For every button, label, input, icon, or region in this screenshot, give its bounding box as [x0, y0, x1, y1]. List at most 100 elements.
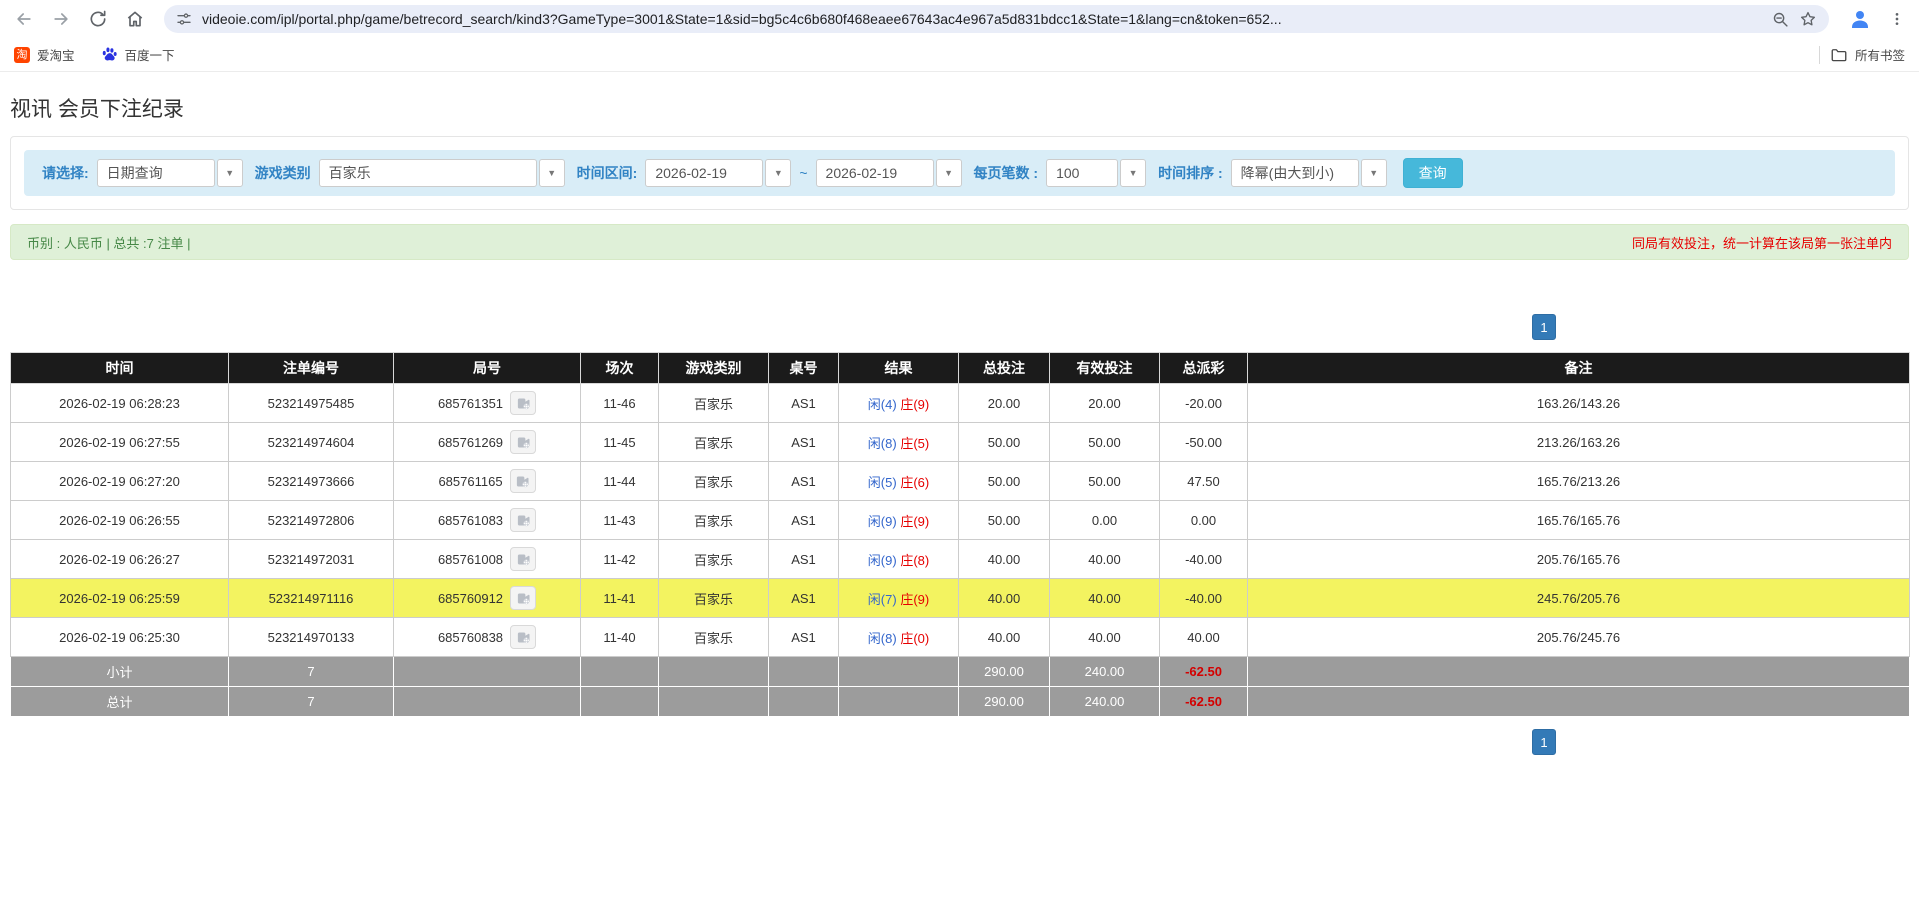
film-video-icon	[516, 630, 531, 645]
player-result: 闲(8)	[868, 631, 897, 646]
column-header: 注单编号	[229, 353, 394, 384]
session-cell: 11-43	[581, 501, 659, 540]
chevron-down-icon[interactable]: ▼	[1361, 159, 1387, 187]
bet-number-cell: 523214970133	[229, 618, 394, 657]
session-cell: 11-44	[581, 462, 659, 501]
page-size-combobox[interactable]: 100 ▼	[1046, 159, 1146, 187]
summary-bar: 币别 : 人民币 | 总共 :7 注单 | 同局有效投注，统一计算在该局第一张注…	[10, 224, 1909, 260]
reload-icon[interactable]	[88, 9, 108, 29]
video-replay-button[interactable]	[510, 547, 536, 571]
zoom-out-icon[interactable]	[1772, 11, 1789, 28]
menu-kebab-icon[interactable]	[1889, 11, 1905, 27]
banker-result: 庄(5)	[900, 436, 929, 451]
empty-cell	[839, 657, 959, 687]
query-type-value[interactable]: 日期查询	[97, 159, 215, 187]
video-replay-button[interactable]	[510, 625, 536, 649]
video-replay-button[interactable]	[510, 391, 536, 415]
round-number-cell: 685761351	[394, 384, 581, 423]
table-number-cell: AS1	[769, 579, 839, 618]
column-header: 结果	[839, 353, 959, 384]
time-cell: 2026-02-19 06:26:27	[11, 540, 229, 579]
page-size-value[interactable]: 100	[1046, 159, 1118, 187]
video-replay-button[interactable]	[510, 508, 536, 532]
result-cell: 闲(7) 庄(9)	[839, 579, 959, 618]
back-icon[interactable]	[14, 9, 34, 29]
result-cell: 闲(9) 庄(8)	[839, 540, 959, 579]
all-bookmarks-label: 所有书签	[1855, 45, 1905, 64]
total-row-count: 7	[229, 687, 394, 717]
bookmark-star-icon[interactable]	[1799, 10, 1817, 28]
chevron-down-icon[interactable]: ▼	[1120, 159, 1146, 187]
bet-number-cell: 523214973666	[229, 462, 394, 501]
subtotal-row-count: 7	[229, 657, 394, 687]
site-settings-tune-icon[interactable]	[176, 11, 192, 27]
film-video-icon	[516, 513, 531, 528]
total-bet-cell: 40.00	[959, 540, 1050, 579]
table-row: 2026-02-19 06:27:20523214973666685761165…	[11, 462, 1910, 501]
date-to-combobox[interactable]: 2026-02-19 ▼	[816, 159, 962, 187]
chevron-down-icon[interactable]: ▼	[217, 159, 243, 187]
bet-number-cell: 523214971116	[229, 579, 394, 618]
video-replay-button[interactable]	[510, 586, 536, 610]
game-type-cell: 百家乐	[659, 501, 769, 540]
video-replay-button[interactable]	[510, 469, 536, 493]
total-row-label: 总计	[11, 687, 229, 717]
session-cell: 11-42	[581, 540, 659, 579]
date-from-value[interactable]: 2026-02-19	[645, 159, 763, 187]
date-from-combobox[interactable]: 2026-02-19 ▼	[645, 159, 791, 187]
date-to-value[interactable]: 2026-02-19	[816, 159, 934, 187]
game-type-value[interactable]: 百家乐	[319, 159, 537, 187]
valid-bet-cell: 0.00	[1050, 501, 1160, 540]
time-sort-value[interactable]: 降幂(由大到小)	[1231, 159, 1359, 187]
video-replay-button[interactable]	[510, 430, 536, 454]
result-cell: 闲(8) 庄(5)	[839, 423, 959, 462]
page-size-label: 每页笔数 :	[974, 163, 1039, 183]
page-1-button[interactable]: 1	[1532, 729, 1556, 755]
time-cell: 2026-02-19 06:28:23	[11, 384, 229, 423]
valid-bet-cell: 50.00	[1050, 423, 1160, 462]
valid-bet-cell: 50.00	[1050, 462, 1160, 501]
all-bookmarks-button[interactable]: 所有书签	[1830, 45, 1905, 64]
page-title: 视讯 会员下注纪录	[10, 93, 1909, 123]
total-row-payout: -62.50	[1160, 687, 1248, 717]
remark-cell: 165.76/165.76	[1248, 501, 1910, 540]
game-type-cell: 百家乐	[659, 579, 769, 618]
table-number-cell: AS1	[769, 540, 839, 579]
film-video-icon	[516, 591, 531, 606]
game-type-cell: 百家乐	[659, 462, 769, 501]
payout-cell: 47.50	[1160, 462, 1248, 501]
select-type-label: 请选择:	[42, 163, 89, 183]
bookmark-aitaobao[interactable]: 淘 爱淘宝	[14, 45, 75, 64]
bookmarks-bar: 淘 爱淘宝 百度一下 所有书签	[0, 38, 1919, 72]
column-header: 有效投注	[1050, 353, 1160, 384]
chevron-down-icon[interactable]: ▼	[936, 159, 962, 187]
table-row: 2026-02-19 06:26:55523214972806685761083…	[11, 501, 1910, 540]
address-bar[interactable]: videoie.com/ipl/portal.php/game/betrecor…	[164, 5, 1829, 33]
chevron-down-icon[interactable]: ▼	[765, 159, 791, 187]
profile-avatar-icon[interactable]	[1848, 7, 1872, 31]
home-icon[interactable]	[125, 9, 145, 29]
empty-cell	[581, 687, 659, 717]
url-text[interactable]: videoie.com/ipl/portal.php/game/betrecor…	[202, 11, 1762, 27]
game-type-cell: 百家乐	[659, 618, 769, 657]
remark-cell: 245.76/205.76	[1248, 579, 1910, 618]
chevron-down-icon[interactable]: ▼	[539, 159, 565, 187]
table-row: 2026-02-19 06:25:30523214970133685760838…	[11, 618, 1910, 657]
time-sort-combobox[interactable]: 降幂(由大到小) ▼	[1231, 159, 1387, 187]
round-number-cell: 685761269	[394, 423, 581, 462]
search-button[interactable]: 查询	[1403, 158, 1463, 188]
query-type-combobox[interactable]: 日期查询 ▼	[97, 159, 243, 187]
result-cell: 闲(9) 庄(9)	[839, 501, 959, 540]
time-cell: 2026-02-19 06:25:30	[11, 618, 229, 657]
forward-icon[interactable]	[51, 9, 71, 29]
subtotal-row-total-bet: 290.00	[959, 657, 1050, 687]
banker-result: 庄(0)	[900, 631, 929, 646]
column-header: 总投注	[959, 353, 1050, 384]
bookmark-baidu[interactable]: 百度一下	[101, 45, 175, 64]
total-bet-cell: 50.00	[959, 423, 1050, 462]
page-1-button[interactable]: 1	[1532, 314, 1556, 340]
valid-bet-cell: 40.00	[1050, 618, 1160, 657]
game-type-cell: 百家乐	[659, 540, 769, 579]
total-bet-cell: 50.00	[959, 462, 1050, 501]
game-type-combobox[interactable]: 百家乐 ▼	[319, 159, 565, 187]
